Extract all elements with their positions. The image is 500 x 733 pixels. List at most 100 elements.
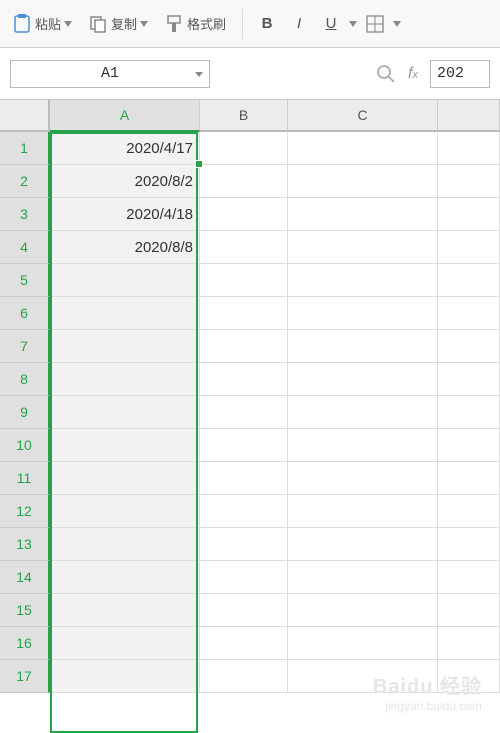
bold-button[interactable]: B: [253, 10, 281, 38]
row-header-10[interactable]: 10: [0, 429, 50, 462]
cell-C5[interactable]: [288, 264, 438, 297]
fx-icon[interactable]: fx: [408, 65, 418, 83]
italic-button[interactable]: I: [285, 10, 313, 38]
row-header-5[interactable]: 5: [0, 264, 50, 297]
column-header-C[interactable]: C: [288, 100, 438, 132]
cell-5[interactable]: [438, 264, 500, 297]
select-all-corner[interactable]: [0, 100, 50, 132]
cell-A11[interactable]: [50, 462, 200, 495]
cell-C13[interactable]: [288, 528, 438, 561]
cell-A9[interactable]: [50, 396, 200, 429]
underline-button[interactable]: U: [317, 10, 345, 38]
cell-A8[interactable]: [50, 363, 200, 396]
dropdown-arrow-icon[interactable]: [349, 21, 357, 27]
row-header-6[interactable]: 6: [0, 297, 50, 330]
column-header-A[interactable]: A: [50, 100, 200, 132]
cell-A3[interactable]: 2020/4/18: [50, 198, 200, 231]
cell-6[interactable]: [438, 297, 500, 330]
cell-12[interactable]: [438, 495, 500, 528]
cell-A15[interactable]: [50, 594, 200, 627]
row-header-17[interactable]: 17: [0, 660, 50, 693]
row-header-13[interactable]: 13: [0, 528, 50, 561]
cell-B9[interactable]: [200, 396, 288, 429]
cell-B6[interactable]: [200, 297, 288, 330]
name-box[interactable]: A1: [10, 60, 210, 88]
cell-B10[interactable]: [200, 429, 288, 462]
cell-1[interactable]: [438, 132, 500, 165]
cell-A12[interactable]: [50, 495, 200, 528]
cell-8[interactable]: [438, 363, 500, 396]
cell-A13[interactable]: [50, 528, 200, 561]
row-header-3[interactable]: 3: [0, 198, 50, 231]
cell-A10[interactable]: [50, 429, 200, 462]
cell-14[interactable]: [438, 561, 500, 594]
cell-A17[interactable]: [50, 660, 200, 693]
paste-button[interactable]: 粘贴: [6, 9, 78, 39]
cell-A14[interactable]: [50, 561, 200, 594]
cell-16[interactable]: [438, 627, 500, 660]
fill-handle[interactable]: [195, 160, 203, 168]
cell-B15[interactable]: [200, 594, 288, 627]
row-header-11[interactable]: 11: [0, 462, 50, 495]
cell-A2[interactable]: 2020/8/2: [50, 165, 200, 198]
cell-C11[interactable]: [288, 462, 438, 495]
grid[interactable]: 12020/4/1722020/8/232020/4/1842020/8/856…: [0, 132, 500, 693]
row-header-4[interactable]: 4: [0, 231, 50, 264]
cell-C6[interactable]: [288, 297, 438, 330]
cell-C8[interactable]: [288, 363, 438, 396]
cell-9[interactable]: [438, 396, 500, 429]
row-header-12[interactable]: 12: [0, 495, 50, 528]
cell-C9[interactable]: [288, 396, 438, 429]
cell-15[interactable]: [438, 594, 500, 627]
cell-2[interactable]: [438, 165, 500, 198]
row-header-1[interactable]: 1: [0, 132, 50, 165]
cell-C16[interactable]: [288, 627, 438, 660]
cell-4[interactable]: [438, 231, 500, 264]
row-header-8[interactable]: 8: [0, 363, 50, 396]
copy-button[interactable]: 复制: [82, 10, 154, 38]
cell-3[interactable]: [438, 198, 500, 231]
cell-B11[interactable]: [200, 462, 288, 495]
zoom-lens-icon[interactable]: [376, 64, 396, 84]
cell-A5[interactable]: [50, 264, 200, 297]
cell-C2[interactable]: [288, 165, 438, 198]
cell-A1[interactable]: 2020/4/17: [50, 132, 200, 165]
cell-C15[interactable]: [288, 594, 438, 627]
row-header-7[interactable]: 7: [0, 330, 50, 363]
cell-B17[interactable]: [200, 660, 288, 693]
dropdown-arrow-icon[interactable]: [393, 21, 401, 27]
borders-button[interactable]: [361, 10, 389, 38]
cell-A6[interactable]: [50, 297, 200, 330]
cell-B1[interactable]: [200, 132, 288, 165]
format-painter-button[interactable]: 格式刷: [158, 10, 232, 38]
formula-bar-input[interactable]: 202: [430, 60, 490, 88]
cell-C4[interactable]: [288, 231, 438, 264]
row-header-9[interactable]: 9: [0, 396, 50, 429]
cell-B2[interactable]: [200, 165, 288, 198]
cell-C12[interactable]: [288, 495, 438, 528]
row-header-15[interactable]: 15: [0, 594, 50, 627]
cell-C10[interactable]: [288, 429, 438, 462]
cell-C1[interactable]: [288, 132, 438, 165]
column-header-3[interactable]: [438, 100, 500, 132]
cell-B4[interactable]: [200, 231, 288, 264]
column-header-B[interactable]: B: [200, 100, 288, 132]
cell-B12[interactable]: [200, 495, 288, 528]
cell-B7[interactable]: [200, 330, 288, 363]
cell-7[interactable]: [438, 330, 500, 363]
cell-C14[interactable]: [288, 561, 438, 594]
cell-B5[interactable]: [200, 264, 288, 297]
cell-C7[interactable]: [288, 330, 438, 363]
row-header-16[interactable]: 16: [0, 627, 50, 660]
cell-10[interactable]: [438, 429, 500, 462]
cell-B3[interactable]: [200, 198, 288, 231]
cell-B13[interactable]: [200, 528, 288, 561]
cell-C17[interactable]: [288, 660, 438, 693]
row-header-2[interactable]: 2: [0, 165, 50, 198]
cell-13[interactable]: [438, 528, 500, 561]
cell-B16[interactable]: [200, 627, 288, 660]
cell-17[interactable]: [438, 660, 500, 693]
cell-A16[interactable]: [50, 627, 200, 660]
cell-C3[interactable]: [288, 198, 438, 231]
cell-11[interactable]: [438, 462, 500, 495]
